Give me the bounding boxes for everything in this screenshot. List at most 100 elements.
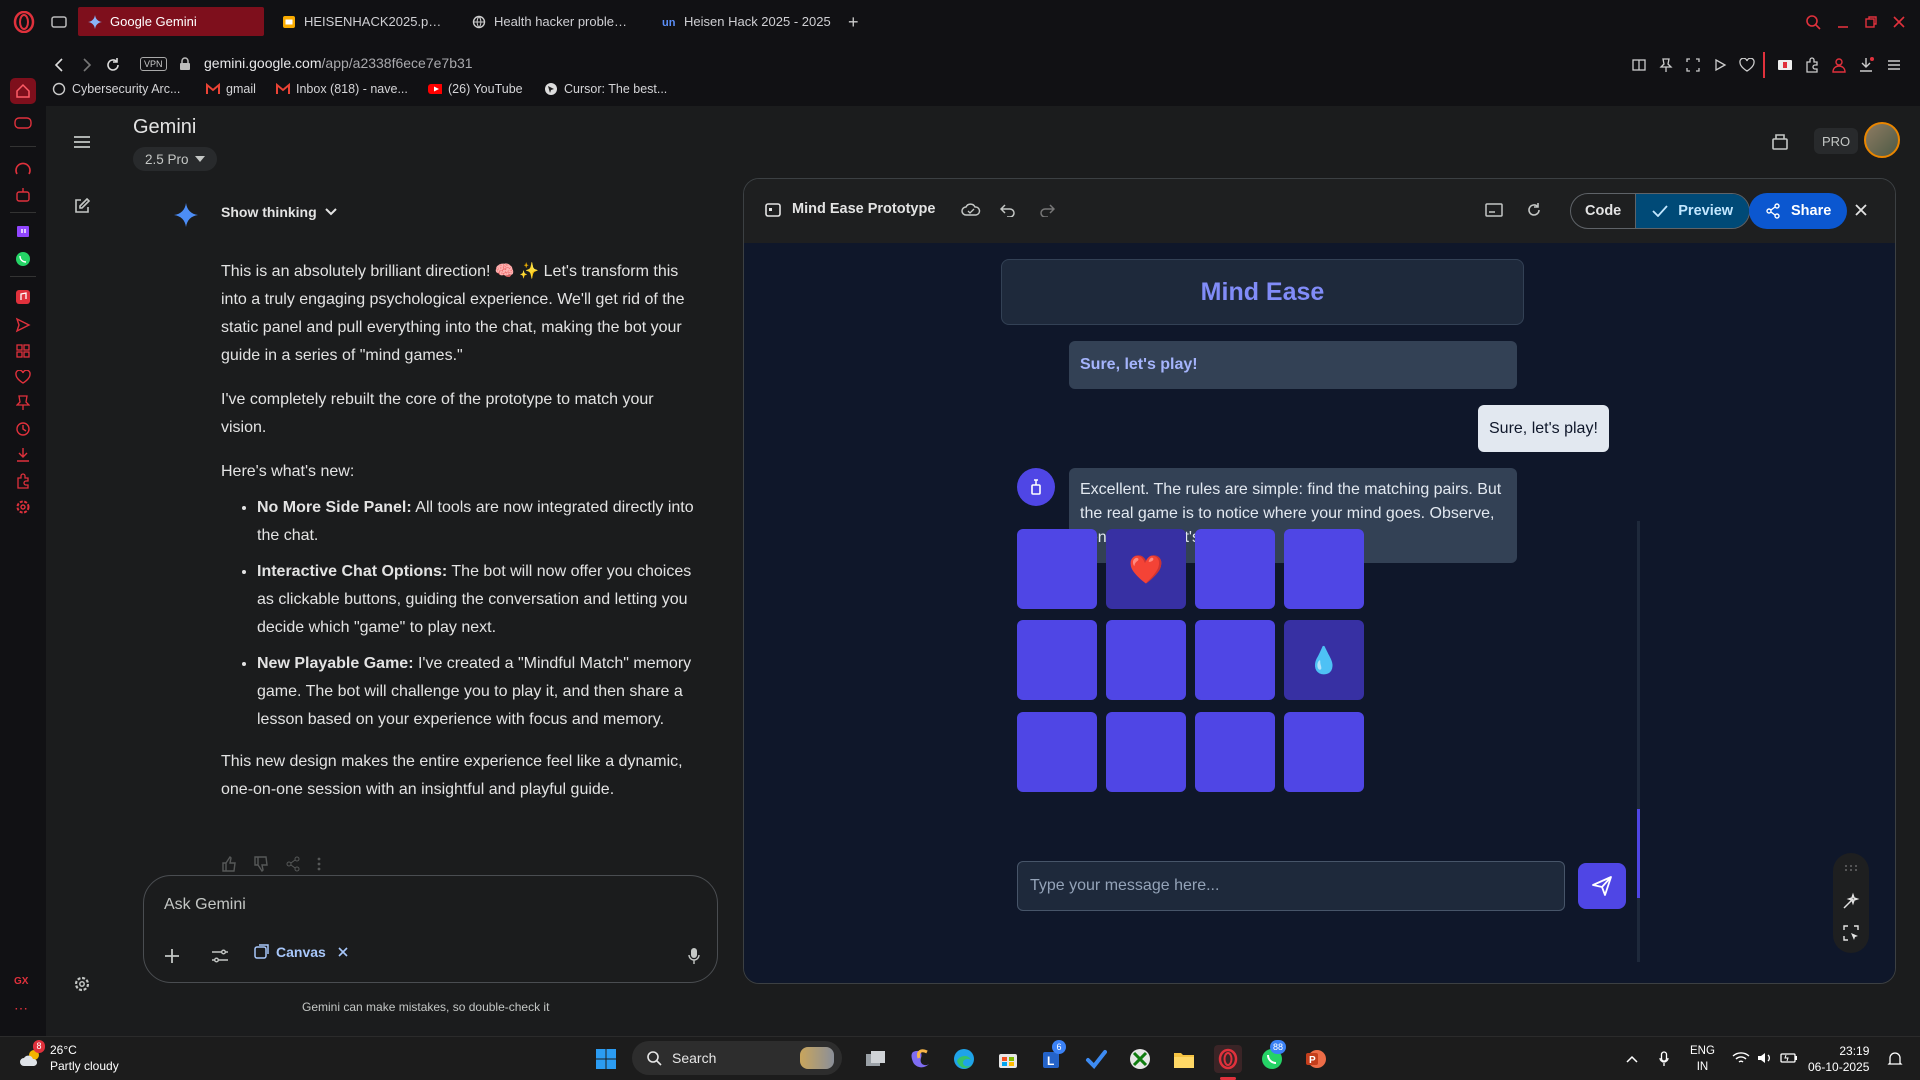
bookmark-gmail[interactable]: gmail bbox=[206, 82, 256, 96]
copilot-icon[interactable] bbox=[906, 1045, 934, 1073]
music-icon[interactable] bbox=[12, 286, 34, 308]
play-icon[interactable] bbox=[1711, 56, 1729, 74]
tab-heisenhack-pptx[interactable]: HEISENHACK2025.pptx bbox=[272, 7, 452, 36]
profile-icon[interactable] bbox=[1830, 56, 1848, 74]
lock-icon[interactable] bbox=[178, 56, 192, 72]
minimize-icon[interactable] bbox=[1834, 13, 1852, 31]
send-button[interactable] bbox=[1578, 863, 1626, 909]
settings-gear-icon[interactable] bbox=[70, 972, 94, 996]
game-card[interactable]: ❤️ bbox=[1106, 529, 1186, 609]
task-view-icon[interactable] bbox=[862, 1045, 890, 1073]
scrollbar-thumb[interactable] bbox=[1637, 809, 1640, 898]
chevron-up-icon[interactable] bbox=[1624, 1051, 1640, 1067]
url-field[interactable]: gemini.google.com/app/a2338f6ece7e7b31 bbox=[204, 55, 473, 71]
more-icon[interactable]: ⋯ bbox=[14, 1000, 28, 1017]
bookmark-youtube[interactable]: (26) YouTube bbox=[428, 82, 523, 96]
select-element-icon[interactable] bbox=[1841, 923, 1861, 943]
close-canvas-icon[interactable] bbox=[1852, 201, 1870, 219]
share-icon[interactable] bbox=[285, 856, 301, 872]
language-indicator[interactable]: ENG IN bbox=[1690, 1043, 1715, 1075]
settings-icon[interactable] bbox=[12, 496, 34, 518]
forward-icon[interactable] bbox=[78, 56, 96, 74]
game-card[interactable] bbox=[1017, 529, 1097, 609]
search-tabs-icon[interactable] bbox=[1804, 13, 1822, 31]
notifications-icon[interactable] bbox=[1886, 1050, 1904, 1068]
volume-icon[interactable] bbox=[1756, 1050, 1774, 1066]
history-icon[interactable] bbox=[12, 418, 34, 440]
model-selector[interactable]: 2.5 Pro bbox=[133, 147, 217, 171]
avatar[interactable] bbox=[1864, 122, 1900, 158]
hamburger-menu-icon[interactable] bbox=[70, 130, 94, 154]
show-thinking-toggle[interactable]: Show thinking bbox=[221, 204, 337, 220]
windows-start-icon[interactable] bbox=[592, 1045, 620, 1073]
game-card[interactable] bbox=[1195, 529, 1275, 609]
heart-icon[interactable] bbox=[12, 366, 34, 388]
tab-island-icon[interactable] bbox=[50, 14, 68, 30]
menu-icon[interactable] bbox=[1885, 56, 1903, 74]
tools-icon[interactable] bbox=[210, 946, 230, 966]
microphone-icon[interactable] bbox=[1656, 1049, 1672, 1069]
send-icon[interactable] bbox=[12, 314, 34, 336]
wifi-icon[interactable] bbox=[1732, 1050, 1750, 1066]
bot-icon[interactable] bbox=[12, 184, 34, 206]
weather-widget[interactable]: 8 26°C Partly cloudy bbox=[18, 1040, 119, 1074]
more-vert-icon[interactable] bbox=[317, 856, 321, 872]
game-card[interactable] bbox=[1284, 529, 1364, 609]
bookmark-inbox[interactable]: Inbox (818) - nave... bbox=[276, 82, 408, 96]
opera-gx-taskbar-icon[interactable] bbox=[1214, 1045, 1242, 1073]
game-card[interactable] bbox=[1195, 712, 1275, 792]
thumbs-down-icon[interactable] bbox=[253, 856, 269, 872]
new-tab-button[interactable]: + bbox=[848, 12, 859, 33]
xbox-icon[interactable] bbox=[1126, 1045, 1154, 1073]
message-input[interactable]: Type your message here... bbox=[1017, 861, 1565, 911]
game-card[interactable]: 💧 bbox=[1284, 620, 1364, 700]
bookmark-cursor[interactable]: Cursor: The best... bbox=[544, 82, 667, 96]
prompt-composer[interactable]: Ask Gemini Canvas bbox=[143, 875, 718, 983]
home-icon[interactable] bbox=[10, 78, 36, 104]
snapshot-icon[interactable] bbox=[1684, 56, 1702, 74]
bookmark-cybersecurity[interactable]: Cybersecurity Arc... bbox=[52, 82, 180, 96]
aria-icon[interactable] bbox=[12, 158, 34, 180]
game-card[interactable] bbox=[1284, 712, 1364, 792]
tab-google-gemini[interactable]: Google Gemini bbox=[78, 7, 264, 36]
pin-icon[interactable] bbox=[12, 392, 34, 414]
back-icon[interactable] bbox=[50, 56, 68, 74]
gx-logo[interactable]: GX bbox=[14, 976, 28, 987]
tab-heisen-hack-2025[interactable]: un Heisen Hack 2025 - 2025 bbox=[652, 7, 842, 36]
whatsapp-icon[interactable] bbox=[12, 248, 34, 270]
download-icon[interactable] bbox=[12, 444, 34, 466]
powerpoint-icon[interactable]: P bbox=[1302, 1045, 1330, 1073]
game-card[interactable] bbox=[1017, 620, 1097, 700]
todo-icon[interactable] bbox=[1082, 1045, 1110, 1073]
heart-icon[interactable] bbox=[1738, 56, 1756, 74]
tab-health-hacker[interactable]: Health hacker problem st bbox=[462, 7, 642, 36]
download-icon[interactable] bbox=[1857, 56, 1875, 74]
redo-icon[interactable] bbox=[1038, 201, 1056, 219]
twitch-icon[interactable] bbox=[12, 222, 34, 244]
game-card[interactable] bbox=[1017, 712, 1097, 792]
wallet-icon[interactable] bbox=[1776, 56, 1794, 74]
battery-icon[interactable] bbox=[1780, 1050, 1798, 1066]
split-view-icon[interactable] bbox=[1630, 56, 1648, 74]
sparkle-edit-icon[interactable] bbox=[1841, 891, 1861, 911]
game-card[interactable] bbox=[1106, 712, 1186, 792]
canvas-chip[interactable]: Canvas bbox=[254, 944, 348, 960]
system-clock[interactable]: 23:19 06-10-2025 bbox=[1808, 1043, 1869, 1075]
game-card[interactable] bbox=[1195, 620, 1275, 700]
save-chat-icon[interactable] bbox=[1768, 130, 1792, 154]
plus-icon[interactable] bbox=[162, 946, 182, 966]
close-window-icon[interactable] bbox=[1890, 13, 1908, 31]
game-card[interactable] bbox=[1106, 620, 1186, 700]
drag-handle-icon[interactable] bbox=[1843, 863, 1859, 873]
bot-option-message[interactable]: Sure, let's play! bbox=[1069, 341, 1517, 389]
restore-icon[interactable] bbox=[1862, 13, 1880, 31]
share-button[interactable]: Share bbox=[1749, 193, 1848, 229]
extensions-icon[interactable] bbox=[1803, 56, 1821, 74]
undo-icon[interactable] bbox=[999, 201, 1017, 219]
console-icon[interactable] bbox=[1484, 200, 1504, 220]
opera-logo-icon[interactable] bbox=[12, 10, 36, 34]
apps-icon[interactable] bbox=[12, 340, 34, 362]
refresh-icon[interactable] bbox=[1524, 200, 1544, 220]
prompt-input[interactable]: Ask Gemini bbox=[164, 896, 246, 914]
code-tab[interactable]: Code bbox=[1571, 194, 1637, 228]
